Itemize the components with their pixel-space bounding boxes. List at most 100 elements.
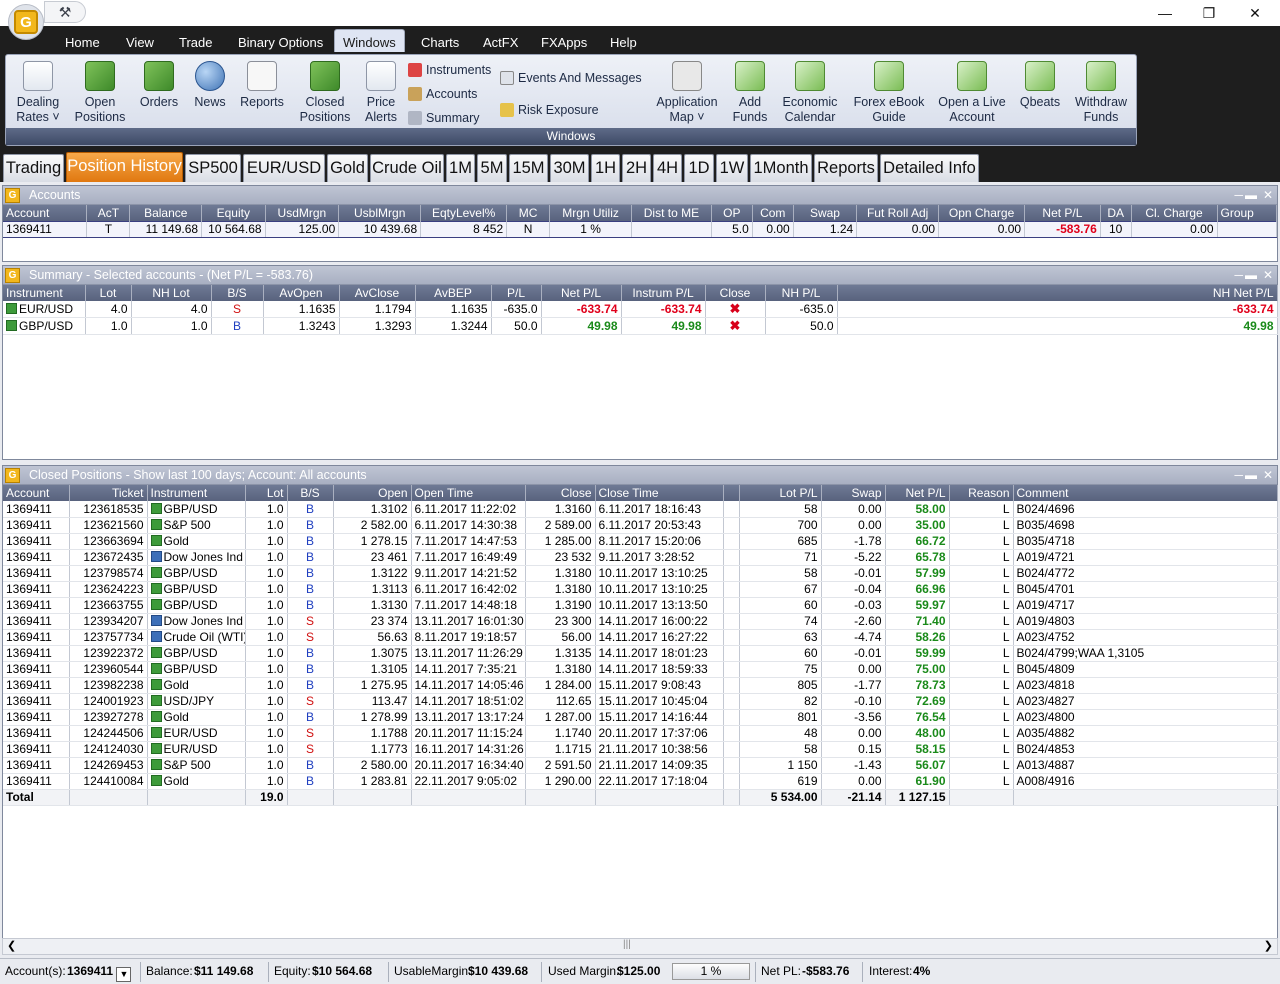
table-row[interactable]: 1369411 123618535 GBP/USD 1.0 B 1.3102 6.11.20… [3, 501, 1278, 518]
tab-4h[interactable]: 4H [653, 154, 682, 182]
tab-detailed-info[interactable]: Detailed Info [880, 154, 979, 182]
table-row[interactable]: 1369411 123672435 Dow Jones Ind 1.0 B 23 461 7… [3, 549, 1278, 566]
tab-30m[interactable]: 30M [550, 154, 589, 182]
menu-fxapps[interactable]: FXApps [541, 35, 587, 50]
table-row[interactable]: 1369411 T 11 149.68 10 564.68 125.00 10 439.6… [3, 220, 1277, 238]
withdraw-funds-button[interactable]: Withdraw Funds [1070, 61, 1132, 125]
accounts-col-header[interactable]: Equity [201, 205, 266, 221]
accounts-col-header[interactable]: Dist to ME [631, 205, 712, 221]
table-row[interactable]: 1369411 123663694 Gold 1.0 B 1 278.15 7.11.201… [3, 533, 1278, 550]
maximize-icon[interactable]: ▬ [1245, 186, 1257, 205]
accounts-col-header[interactable]: Mrgn Utiliz [549, 205, 632, 221]
accounts-col-header[interactable]: UsblMrgn [338, 205, 422, 221]
instruments-button[interactable]: Instruments [408, 63, 491, 77]
summary-col-header[interactable]: NH Net P/L [837, 285, 1278, 301]
accounts-col-header[interactable]: MC [506, 205, 551, 221]
tools-icon[interactable]: ⚒ [44, 1, 86, 23]
scroll-thumb[interactable]: ||| [623, 939, 631, 950]
economic-calendar-button[interactable]: Economic Calendar [778, 61, 842, 125]
summary-col-header[interactable]: NH Lot [131, 285, 212, 301]
table-row[interactable]: 1369411 123934207 Dow Jones Ind 1.0 S 23 374 1… [3, 613, 1278, 630]
summary-col-header[interactable]: Net P/L [541, 285, 622, 301]
closed-col-header[interactable]: B/S [287, 485, 334, 501]
tab-1month[interactable]: 1Month [750, 154, 812, 182]
closed-col-header[interactable]: Lot P/L [739, 485, 822, 501]
tab-15m[interactable]: 15M [509, 154, 548, 182]
table-row[interactable]: EUR/USD 4.0 4.0 S 1.1635 1.1794 1.1635 -635.0 -6… [3, 301, 1278, 318]
tab-trading[interactable]: Trading [3, 154, 64, 182]
application-map-button[interactable]: Application Map ˅ [654, 61, 720, 125]
closed-col-header[interactable] [723, 485, 740, 501]
open-positions-button[interactable]: Open Positions [70, 61, 130, 125]
tab-2h[interactable]: 2H [622, 154, 651, 182]
open-live-account-button[interactable]: Open a Live Account [934, 61, 1010, 125]
scroll-right-icon[interactable]: ❯ [1264, 939, 1273, 952]
menu-home[interactable]: Home [65, 35, 100, 50]
closed-col-header[interactable]: Ticket [69, 485, 148, 501]
close-icon[interactable]: ✕ [1263, 186, 1273, 205]
app-logo-icon[interactable]: G [8, 4, 44, 40]
menu-binary-options[interactable]: Binary Options [238, 35, 323, 50]
orders-button[interactable]: Orders [136, 61, 182, 110]
summary-col-header[interactable]: AvClose [339, 285, 416, 301]
closed-col-header[interactable]: Lot [245, 485, 288, 501]
table-row[interactable]: 1369411 124244506 EUR/USD 1.0 S 1.1788 20.11.2… [3, 725, 1278, 742]
table-row[interactable]: 1369411 123798574 GBP/USD 1.0 B 1.3122 9.11.20… [3, 565, 1278, 582]
close-window-button[interactable]: ✕ [1232, 2, 1278, 24]
minimize-icon[interactable]: ─ [1234, 466, 1243, 485]
menu-help[interactable]: Help [610, 35, 637, 50]
menu-view[interactable]: View [126, 35, 154, 50]
tab-crude-oil[interactable]: Crude Oil [370, 154, 444, 182]
summary-col-header[interactable]: NH P/L [765, 285, 838, 301]
restore-button[interactable]: ❐ [1186, 2, 1232, 24]
summary-col-header[interactable]: AvOpen [263, 285, 340, 301]
account-selector[interactable]: 1369411 ▼ [67, 959, 132, 984]
table-row[interactable]: 1369411 124124030 EUR/USD 1.0 S 1.1773 16.11.2… [3, 741, 1278, 758]
closed-col-header[interactable]: Account [3, 485, 70, 501]
minimize-icon[interactable]: ─ [1234, 266, 1243, 285]
closed-col-header[interactable]: Close Time [595, 485, 724, 501]
summary-col-header[interactable]: Instrum P/L [621, 285, 706, 301]
summary-col-header[interactable]: Lot [85, 285, 132, 301]
tab-position-history[interactable]: Position History [66, 152, 183, 182]
table-row[interactable]: 1369411 123960544 GBP/USD 1.0 B 1.3105 14.11.2… [3, 661, 1278, 678]
table-row[interactable]: 1369411 124410084 Gold 1.0 B 1 283.81 22.11.20… [3, 773, 1278, 790]
close-position-button[interactable]: ✖ [705, 317, 766, 335]
closed-col-header[interactable]: Swap [821, 485, 886, 501]
table-row[interactable]: 1369411 123927278 Gold 1.0 B 1 278.99 13.11.20… [3, 709, 1278, 726]
tab-reports[interactable]: Reports [814, 154, 878, 182]
summary-col-header[interactable]: B/S [211, 285, 264, 301]
maximize-icon[interactable]: ▬ [1245, 266, 1257, 285]
tab-1h[interactable]: 1H [591, 154, 620, 182]
chevron-down-icon[interactable]: ▼ [116, 967, 132, 982]
table-row[interactable]: 1369411 124001923 USD/JPY 1.0 S 113.47 14.11.2… [3, 693, 1278, 710]
closed-col-header[interactable]: Net P/L [885, 485, 950, 501]
closed-positions-button[interactable]: Closed Positions [294, 61, 356, 125]
tab-eur-usd[interactable]: EUR/USD [243, 154, 325, 182]
accounts-col-header[interactable]: EqtyLevel% [420, 205, 508, 221]
menu-windows[interactable]: Windows [334, 29, 405, 52]
accounts-button[interactable]: Accounts [408, 87, 477, 101]
menu-charts[interactable]: Charts [421, 35, 459, 50]
accounts-col-header[interactable]: OP [711, 205, 753, 221]
accounts-col-header[interactable]: Balance [129, 205, 203, 221]
scroll-left-icon[interactable]: ❮ [7, 939, 16, 952]
tab-1w[interactable]: 1W [716, 154, 748, 182]
tab-gold[interactable]: Gold [327, 154, 368, 182]
close-position-button[interactable]: ✖ [705, 301, 766, 318]
tab-1m[interactable]: 1M [446, 154, 475, 182]
accounts-col-header[interactable]: Net P/L [1024, 205, 1101, 221]
events-messages-button[interactable]: Events And Messages [500, 71, 642, 85]
horizontal-scrollbar[interactable]: ❮ ||| ❯ [2, 938, 1278, 955]
forex-ebook-button[interactable]: Forex eBook Guide [850, 61, 928, 125]
qbeats-button[interactable]: Qbeats [1016, 61, 1064, 110]
accounts-col-header[interactable]: AcT [86, 205, 131, 221]
tab-sp500[interactable]: SP500 [185, 154, 241, 182]
minimize-button[interactable]: — [1142, 2, 1188, 24]
table-row[interactable]: 1369411 123982238 Gold 1.0 B 1 275.95 14.11.20… [3, 677, 1278, 694]
table-row[interactable]: 1369411 123757734 Crude Oil (WTI) 1.0 S 56.63… [3, 629, 1278, 646]
closed-col-header[interactable]: Close [525, 485, 596, 501]
closed-col-header[interactable]: Open Time [411, 485, 526, 501]
add-funds-button[interactable]: Add Funds [728, 61, 772, 125]
news-button[interactable]: News [188, 61, 232, 110]
